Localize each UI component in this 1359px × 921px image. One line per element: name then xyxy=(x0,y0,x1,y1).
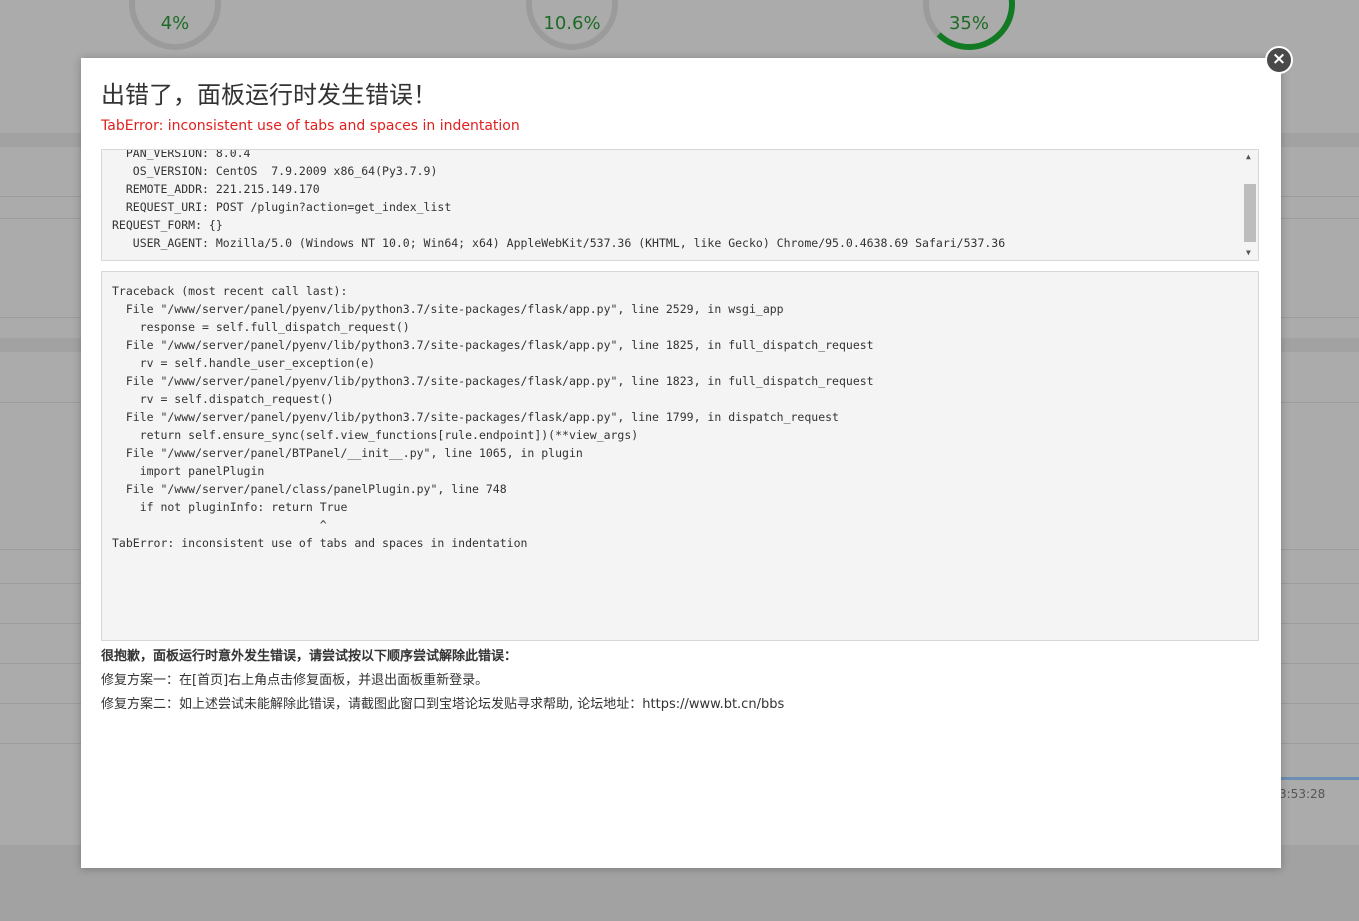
gauge-value: 4% xyxy=(160,13,190,34)
env-info-line: REQUEST_FORM: {} xyxy=(112,218,223,232)
traceback-line: Traceback (most recent call last): xyxy=(112,284,348,298)
traceback-line: rv = self.dispatch_request() xyxy=(112,392,334,406)
traceback-line: if not pluginInfo: return True xyxy=(112,500,348,514)
traceback-line: File "/www/server/panel/pyenv/lib/python… xyxy=(112,374,874,388)
dialog-title: 出错了，面板运行时发生错误！ xyxy=(101,81,437,109)
traceback-line: File "/www/server/panel/class/panelPlugi… xyxy=(112,482,507,496)
help-title: 很抱歉，面板运行时意外发生错误，请尝试按以下顺序尝试解除此错误： xyxy=(101,649,518,664)
close-button[interactable]: × xyxy=(1265,46,1293,74)
scroll-up-icon[interactable]: ▲ xyxy=(1246,152,1251,162)
traceback-line: ^ xyxy=(112,518,327,532)
traceback-text: Traceback (most recent call last): File … xyxy=(112,282,874,552)
scroll-down-icon[interactable]: ▼ xyxy=(1246,248,1251,258)
scroll-thumb[interactable] xyxy=(1244,184,1256,242)
chart-time-label: 3:53:28 xyxy=(1279,787,1326,801)
env-info-text: PAN_VERSION: 8.0.4 OS_VERSION: CentOS 7.… xyxy=(112,149,1006,252)
help-option-2-text: 修复方案二：如上述尝试未能解除此错误，请截图此窗口到宝塔论坛发贴寻求帮助, 论坛… xyxy=(101,697,643,712)
traceback-line: import panelPlugin xyxy=(112,464,265,478)
traceback-line: File "/www/server/panel/pyenv/lib/python… xyxy=(112,338,874,352)
disk-gauge: 35% xyxy=(923,0,1015,50)
env-info-line: REMOTE_ADDR: 221.215.149.170 xyxy=(112,182,320,196)
memory-gauge: 10.6% xyxy=(526,0,618,50)
error-dialog: 出错了，面板运行时发生错误！ TabError: inconsistent us… xyxy=(81,58,1281,868)
error-summary: TabError: inconsistent use of tabs and s… xyxy=(101,118,520,134)
help-option-1: 修复方案一：在[首页]右上角点击修复面板，并退出面板重新登录。 xyxy=(101,673,489,688)
traceback-line: File "/www/server/panel/pyenv/lib/python… xyxy=(112,410,839,424)
bg-chart-line xyxy=(1281,777,1359,780)
traceback-line: return self.ensure_sync(self.view_functi… xyxy=(112,428,639,442)
traceback-line: rv = self.handle_user_exception(e) xyxy=(112,356,376,370)
env-scrollbar[interactable]: ▲ ▼ xyxy=(1244,152,1256,258)
traceback-line: TabError: inconsistent use of tabs and s… xyxy=(112,536,528,550)
traceback-line: File "/www/server/panel/pyenv/lib/python… xyxy=(112,302,784,316)
traceback-box[interactable]: Traceback (most recent call last): File … xyxy=(101,271,1259,641)
forum-link[interactable]: https://www.bt.cn/bbs xyxy=(642,697,784,712)
cpu-gauge: 4% xyxy=(129,0,221,50)
traceback-line: File "/www/server/panel/BTPanel/__init__… xyxy=(112,446,583,460)
help-option-2: 修复方案二：如上述尝试未能解除此错误，请截图此窗口到宝塔论坛发贴寻求帮助, 论坛… xyxy=(101,693,784,712)
env-info-box[interactable]: PAN_VERSION: 8.0.4 OS_VERSION: CentOS 7.… xyxy=(101,149,1259,261)
env-info-line: REQUEST_URI: POST /plugin?action=get_ind… xyxy=(112,200,452,214)
gauge-value: 35% xyxy=(948,13,989,34)
env-info-line: OS_VERSION: CentOS 7.9.2009 x86_64(Py3.7… xyxy=(112,164,438,178)
gauge-value: 10.6% xyxy=(543,13,601,34)
traceback-line: response = self.full_dispatch_request() xyxy=(112,320,410,334)
env-info-line: USER_AGENT: Mozilla/5.0 (Windows NT 10.0… xyxy=(112,236,1006,250)
env-info-line: PAN_VERSION: 8.0.4 xyxy=(112,149,251,160)
